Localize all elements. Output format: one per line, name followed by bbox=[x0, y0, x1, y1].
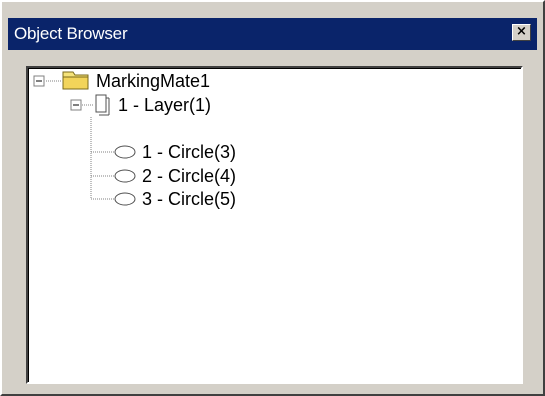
tree-node-circle[interactable]: 1 - Circle(3) bbox=[142, 142, 236, 162]
folder-icon bbox=[62, 71, 89, 90]
layer-page-icon bbox=[95, 94, 110, 116]
layer-expander[interactable] bbox=[70, 99, 82, 111]
tree-lines bbox=[33, 71, 136, 206]
title-bar[interactable]: Object Browser × bbox=[8, 18, 537, 50]
circle-icon bbox=[114, 169, 136, 183]
window-title: Object Browser bbox=[14, 24, 128, 43]
object-tree[interactable]: MarkingMate1 1 - Layer(1) 1 - Circle(3) … bbox=[26, 66, 523, 384]
tree-node-layer[interactable]: 1 - Layer(1) bbox=[118, 95, 211, 115]
tree-node-circle[interactable]: 3 - Circle(5) bbox=[142, 189, 236, 209]
circle-icon bbox=[114, 145, 136, 159]
tree-node-circle[interactable]: 2 - Circle(4) bbox=[142, 166, 236, 186]
close-icon: × bbox=[516, 24, 527, 39]
object-browser-window: Object Browser × MarkingMate1 1 - Layer(… bbox=[0, 0, 545, 396]
root-expander[interactable] bbox=[33, 75, 45, 87]
close-button[interactable]: × bbox=[512, 24, 531, 41]
circle-icon bbox=[114, 192, 136, 206]
tree-node-root[interactable]: MarkingMate1 bbox=[96, 71, 210, 91]
